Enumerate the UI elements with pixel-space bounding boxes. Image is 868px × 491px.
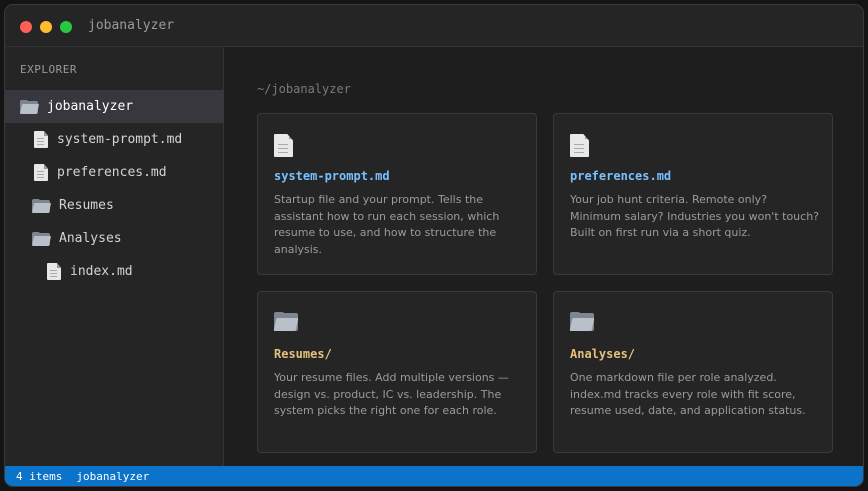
status-bar: 4 items jobanalyzer bbox=[5, 466, 863, 486]
maximize-window-button[interactable] bbox=[60, 21, 72, 33]
folder-icon bbox=[31, 231, 52, 246]
minimize-window-button[interactable] bbox=[40, 21, 52, 33]
sidebar-item-resumes[interactable]: Resumes bbox=[5, 189, 224, 222]
file-icon bbox=[34, 131, 48, 148]
card-description: Startup file and your prompt. Tells the … bbox=[274, 193, 500, 256]
window-title: jobanalyzer bbox=[88, 18, 175, 33]
explorer-header: EXPLORER bbox=[20, 63, 77, 76]
sidebar-item-label: system-prompt.md bbox=[57, 132, 183, 147]
card-description: Your resume files. Add multiple versions… bbox=[274, 371, 509, 417]
card-system-prompt[interactable]: system-prompt.md Startup file and your p… bbox=[257, 113, 537, 275]
title-bar: jobanalyzer bbox=[5, 5, 863, 47]
card-title: system-prompt.md bbox=[274, 169, 390, 183]
file-icon bbox=[274, 134, 293, 157]
app-window: jobanalyzer EXPLORER jobanalyzer system-… bbox=[4, 4, 864, 487]
item-count: 4 items bbox=[16, 469, 63, 483]
file-icon bbox=[570, 134, 589, 157]
sidebar: EXPLORER jobanalyzer system-prompt.md pr… bbox=[5, 47, 224, 466]
card-title: Analyses/ bbox=[570, 347, 636, 361]
sidebar-item-jobanalyzer[interactable]: jobanalyzer bbox=[5, 90, 224, 123]
card-description: One markdown file per role analyzed. ind… bbox=[570, 371, 806, 417]
card-resumes[interactable]: Resumes/ Your resume files. Add multiple… bbox=[257, 291, 537, 453]
status-project-name: jobanalyzer bbox=[76, 469, 150, 483]
sidebar-item-label: jobanalyzer bbox=[47, 99, 134, 114]
sidebar-item-system-prompt[interactable]: system-prompt.md bbox=[5, 123, 224, 156]
sidebar-item-index[interactable]: index.md bbox=[5, 255, 224, 288]
card-title: preferences.md bbox=[570, 169, 672, 183]
breadcrumb: ~/jobanalyzer bbox=[257, 82, 351, 96]
card-preferences[interactable]: preferences.md Your job hunt criteria. R… bbox=[553, 113, 833, 275]
folder-icon bbox=[31, 198, 52, 213]
folder-icon bbox=[569, 312, 595, 331]
sidebar-item-preferences[interactable]: preferences.md bbox=[5, 156, 224, 189]
sidebar-item-analyses[interactable]: Analyses bbox=[5, 222, 224, 255]
card-title: Resumes/ bbox=[274, 347, 332, 361]
folder-icon bbox=[19, 99, 40, 114]
sidebar-item-label: preferences.md bbox=[57, 165, 167, 180]
main-content: ~/jobanalyzer system-prompt.md Startup f… bbox=[225, 47, 863, 466]
sidebar-item-label: Analyses bbox=[59, 231, 122, 246]
sidebar-item-label: Resumes bbox=[59, 198, 114, 213]
file-icon bbox=[47, 263, 61, 280]
card-description: Your job hunt criteria. Remote only? Min… bbox=[570, 193, 820, 239]
sidebar-item-label: index.md bbox=[70, 264, 133, 279]
file-icon bbox=[34, 164, 48, 181]
folder-icon bbox=[273, 312, 299, 331]
card-analyses[interactable]: Analyses/ One markdown file per role ana… bbox=[553, 291, 833, 453]
close-window-button[interactable] bbox=[20, 21, 32, 33]
